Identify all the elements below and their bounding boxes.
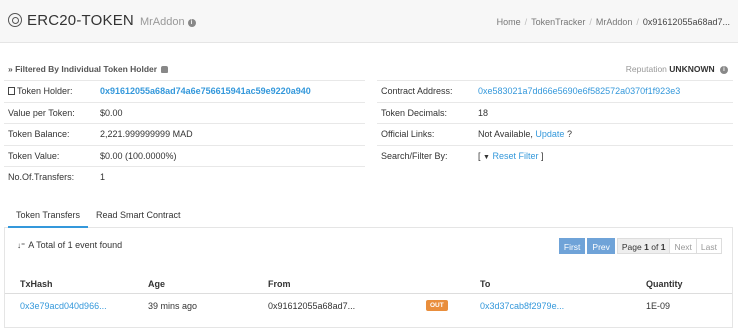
breadcrumb-separator: / xyxy=(524,17,528,27)
event-summary: ↓⁼ A Total of 1 event found xyxy=(17,240,122,250)
row-label: No.Of.Transfers: xyxy=(8,172,75,183)
row-label: Token Holder: xyxy=(4,86,100,96)
official-links-text: Not Available, xyxy=(478,129,533,140)
tab-token-transfers[interactable]: Token Transfers xyxy=(8,204,89,228)
tx-from: 0x91612055a68ad7... xyxy=(268,301,356,311)
prev-page-button[interactable]: Prev xyxy=(587,238,615,254)
filter-label: » Filtered By Individual Token Holder xyxy=(8,64,169,74)
out-badge: OUT xyxy=(426,300,448,311)
row-token-holder: Token Holder: 0x91612055a68ad74a6e756615… xyxy=(4,80,365,102)
tab-read-smart-contract[interactable]: Read Smart Contract xyxy=(88,204,189,228)
col-age: Age xyxy=(148,279,166,289)
token-logo-icon xyxy=(8,13,22,27)
col-from: From xyxy=(268,279,291,289)
sort-icon: ↓⁼ xyxy=(17,241,26,250)
first-page-button[interactable]: First xyxy=(558,238,586,254)
row-search-filter: Search/Filter By: [ ▼ Reset Filter ] xyxy=(377,144,733,167)
tx-hash-link[interactable]: 0x3e79acd040d966... xyxy=(20,296,107,316)
col-txhash: TxHash xyxy=(20,279,53,289)
info-icon[interactable]: i xyxy=(187,19,196,27)
row-token-balance: Token Balance: 2,221.999999999 MAD xyxy=(4,123,365,145)
token-balance: 2,221.999999999 MAD xyxy=(100,129,193,140)
breadcrumb-home[interactable]: Home xyxy=(497,17,521,27)
breadcrumb-separator: / xyxy=(589,17,592,27)
contract-address-link[interactable]: 0xe583021a7dd66e5690e6f582572a0370f1f923… xyxy=(478,86,680,96)
token-decimals: 18 xyxy=(478,107,489,118)
row-token-value: Token Value: $0.00 (100.0000%) xyxy=(4,144,365,167)
filter-icon: ▼ xyxy=(483,153,490,161)
tab-bar: Token Transfers Read Smart Contract xyxy=(4,204,733,228)
reputation-value: UNKNOWN xyxy=(669,64,715,74)
update-link[interactable]: Update xyxy=(535,129,564,139)
official-links-suffix: ? xyxy=(566,129,572,140)
page-current: 1 xyxy=(644,242,649,252)
token-name[interactable]: MrAddon xyxy=(140,16,185,28)
row-label: Official Links: xyxy=(381,129,435,140)
table-row: 0x3e79acd040d966... 39 mins ago 0x916120… xyxy=(5,296,732,316)
next-page-button[interactable]: Next xyxy=(669,238,697,254)
row-label: Token Balance: xyxy=(8,129,70,140)
token-holder-summary: Token Holder: 0x91612055a68ad74a6e756615… xyxy=(4,80,365,188)
reputation-info-icon[interactable]: i xyxy=(720,66,728,74)
row-label: Token Decimals: xyxy=(381,107,448,118)
page-total: 1 xyxy=(660,242,666,252)
row-label: Search/Filter By: xyxy=(381,150,448,161)
token-holder-address[interactable]: 0x91612055a68ad74a6e756615941ac59e9220a9… xyxy=(100,86,311,96)
col-quantity: Quantity xyxy=(646,279,683,289)
reset-filter-link[interactable]: Reset Filter xyxy=(492,151,538,161)
row-token-decimals: Token Decimals: 18 xyxy=(377,101,733,124)
breadcrumb-separator: / xyxy=(636,17,639,27)
row-label: Contract Address: xyxy=(381,86,453,97)
page-of: of xyxy=(651,242,659,252)
token-value: $0.00 (100.0000%) xyxy=(100,150,177,161)
user-icon xyxy=(161,66,169,73)
breadcrumb: Home / TokenTracker / MrAddon/0x91612055a68a… xyxy=(497,17,730,27)
filter-label-text: » Filtered By Individual Token Holder xyxy=(8,64,158,74)
filter-suffix: ] xyxy=(541,150,544,161)
tx-age: 39 mins ago xyxy=(148,301,198,311)
token-holder-label: Token Holder: xyxy=(17,86,73,97)
breadcrumb-tokentracker[interactable]: TokenTracker xyxy=(531,17,585,27)
page-indicator: Page 1 of 1 xyxy=(616,238,671,254)
transfers-panel: ↓⁼ A Total of 1 event found First Prev Pa… xyxy=(4,228,733,328)
row-value-per-token: Value per Token: $0.00 xyxy=(4,101,365,124)
value-per-token: $0.00 xyxy=(100,107,123,118)
event-summary-text: A Total of 1 event found xyxy=(28,240,123,250)
breadcrumb-token[interactable]: MrAddon xyxy=(596,17,633,27)
row-label: Token Value: xyxy=(8,150,60,161)
pagination: First Prev Page 1 of 1 Next Last xyxy=(558,238,722,254)
top-bar: ERC20-TOKEN MrAddon i Home / TokenTracker /… xyxy=(0,0,738,43)
tx-quantity: 1E-09 xyxy=(646,301,671,311)
page-title: ERC20-TOKEN xyxy=(27,12,134,29)
document-icon xyxy=(8,87,15,96)
direction-cell: OUT xyxy=(426,296,448,316)
transfer-count: 1 xyxy=(100,172,106,183)
row-label: Value per Token: xyxy=(8,107,75,118)
breadcrumb-current: 0x91612055a68ad7... xyxy=(642,17,730,27)
tx-to-link[interactable]: 0x3d37cab8f2979e... xyxy=(480,296,564,316)
filter-prefix: [ xyxy=(478,150,481,161)
row-contract-address: Contract Address: 0xe583021a7dd66e5690e6… xyxy=(377,80,733,102)
page-label: Page xyxy=(621,242,642,252)
reputation-label: Reputation xyxy=(625,64,667,74)
row-official-links: Official Links: Not Available, Update ? xyxy=(377,123,733,145)
token-header: ERC20-TOKEN MrAddon i xyxy=(8,11,196,29)
last-page-button[interactable]: Last xyxy=(695,238,722,254)
official-links: Not Available, Update ? xyxy=(478,129,572,139)
reputation: Reputation UNKNOWN i xyxy=(626,64,728,75)
table-header: TxHash Age From To Quantity xyxy=(5,274,732,294)
row-transfers: No.Of.Transfers: 1 xyxy=(4,166,365,188)
col-to: To xyxy=(480,279,491,289)
search-filter: [ ▼ Reset Filter ] xyxy=(478,151,544,161)
contract-summary: Contract Address: 0xe583021a7dd66e5690e6… xyxy=(377,80,733,166)
